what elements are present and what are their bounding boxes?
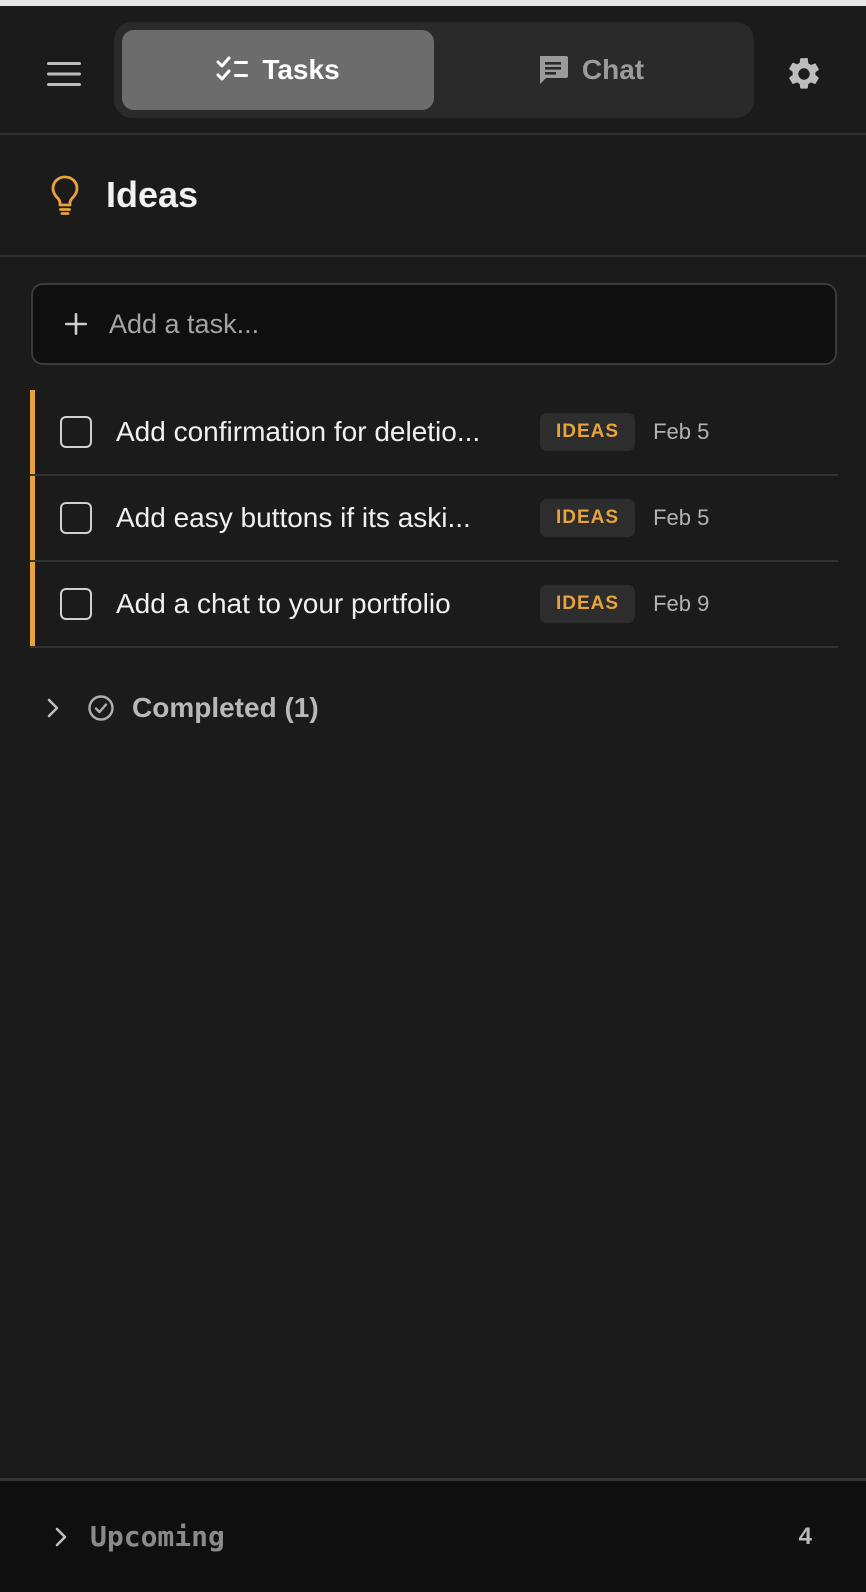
task-checkbox[interactable] <box>60 502 92 534</box>
plus-icon <box>65 313 87 335</box>
app-header: Tasks Chat <box>0 6 866 135</box>
task-title: Add a chat to your portfolio <box>116 588 451 619</box>
tab-tasks[interactable]: Tasks <box>122 30 434 110</box>
tab-chat[interactable]: Chat <box>434 30 746 110</box>
task-row[interactable]: Add easy buttons if its aski... IDEAS Fe… <box>30 476 838 562</box>
completed-label: Completed (1) <box>132 692 319 723</box>
view-switcher: Tasks Chat <box>114 22 754 118</box>
completed-toggle[interactable]: Completed (1) <box>40 686 319 730</box>
task-checkbox[interactable] <box>60 416 92 448</box>
list-header: Ideas <box>0 135 866 257</box>
chevron-right-icon <box>55 1527 67 1546</box>
task-date: Feb 9 <box>653 591 710 616</box>
plus-icon-wrap <box>61 309 91 339</box>
settings-button[interactable] <box>780 50 828 98</box>
upcoming-label: Upcoming <box>90 1520 225 1553</box>
task-accent-bar <box>30 562 35 646</box>
tab-tasks-label: Tasks <box>262 54 340 85</box>
menu-button[interactable] <box>40 50 88 98</box>
circle-check-icon <box>88 695 114 721</box>
chevron-right-icon <box>47 698 59 718</box>
add-task-input[interactable] <box>109 294 835 354</box>
chat-bubble-icon <box>539 56 568 84</box>
chevron-wrap <box>40 695 66 721</box>
task-date: Feb 5 <box>653 419 710 444</box>
task-tag: IDEAS <box>540 413 636 451</box>
task-accent-bar <box>30 476 35 560</box>
upcoming-count: 4 <box>798 1522 812 1550</box>
tab-chat-label: Chat <box>581 54 645 85</box>
task-row[interactable]: Add confirmation for deletio... IDEAS Fe… <box>30 390 838 476</box>
add-task-bar[interactable] <box>31 283 837 365</box>
chevron-wrap <box>48 1524 74 1550</box>
task-title: Add confirmation for deletio... <box>116 416 481 447</box>
lightbulb-icon <box>51 175 79 215</box>
task-title: Add easy buttons if its aski... <box>116 502 471 533</box>
upcoming-bar[interactable]: Upcoming 4 <box>0 1478 866 1592</box>
circle-check-wrap <box>86 693 116 723</box>
page-title: Ideas <box>106 174 199 215</box>
task-date: Feb 5 <box>653 505 710 530</box>
hamburger-menu-icon <box>47 62 81 86</box>
title-icon-wrap <box>48 173 82 217</box>
checklist-icon <box>216 56 249 81</box>
task-row[interactable]: Add a chat to your portfolio IDEAS Feb 9 <box>30 562 838 648</box>
task-list: Add confirmation for deletio... IDEAS Fe… <box>30 390 838 648</box>
task-checkbox[interactable] <box>60 588 92 620</box>
task-tag: IDEAS <box>540 585 636 623</box>
gear-icon <box>789 58 819 89</box>
task-tag: IDEAS <box>540 499 636 537</box>
task-accent-bar <box>30 390 35 474</box>
